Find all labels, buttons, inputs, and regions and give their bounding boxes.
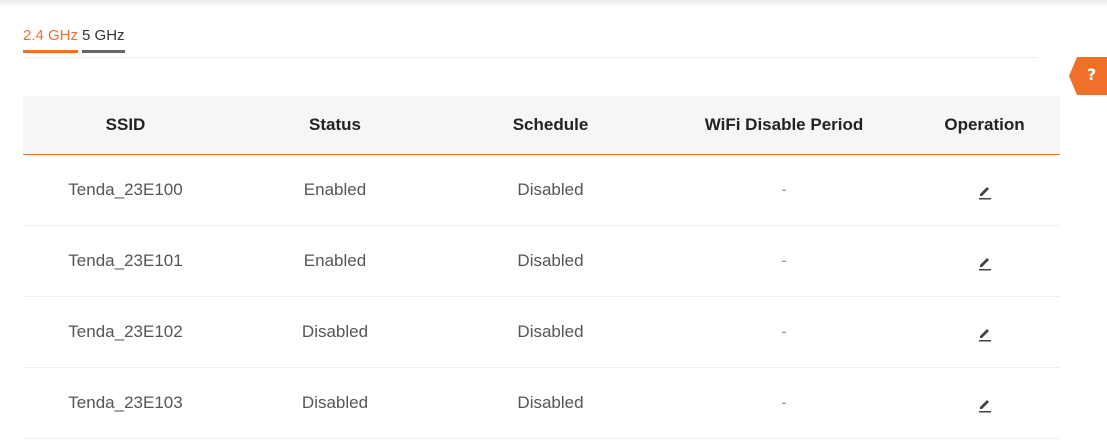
tabs-divider [23,57,1037,58]
question-mark-icon: ? [1087,65,1097,84]
cell-operation [909,154,1060,226]
top-border [0,0,1107,8]
cell-status: Enabled [228,154,442,226]
cell-disable-period: - [659,296,909,368]
edit-icon[interactable] [976,182,994,200]
table-header-row: SSID Status Schedule WiFi Disable Period… [23,96,1060,155]
table-row: Tenda_23E103 Disabled Disabled - [23,367,1060,439]
cell-ssid: Tenda_23E100 [23,154,228,226]
wifi-schedule-page: 2.4 GHz 5 GHz ? SSID Status Schedule WiF… [0,0,1107,443]
cell-schedule: Disabled [442,367,659,439]
table-row: Tenda_23E102 Disabled Disabled - [23,296,1060,368]
cell-schedule: Disabled [442,225,659,297]
help-button[interactable]: ? [1069,57,1107,95]
cell-disable-period: - [659,225,909,297]
cell-status: Disabled [228,367,442,439]
header-ssid: SSID [23,96,228,155]
cell-schedule: Disabled [442,296,659,368]
edit-icon[interactable] [976,253,994,271]
band-tabs: 2.4 GHz 5 GHz [23,26,125,53]
ssid-table: SSID Status Schedule WiFi Disable Period… [23,96,1060,439]
tab-2-4ghz[interactable]: 2.4 GHz [23,26,79,53]
cell-status: Disabled [228,296,442,368]
header-operation: Operation [909,96,1060,155]
tab-5ghz[interactable]: 5 GHz [82,26,125,53]
cell-operation [909,225,1060,297]
cell-operation [909,367,1060,439]
cell-schedule: Disabled [442,154,659,226]
edit-icon[interactable] [976,395,994,413]
cell-ssid: Tenda_23E103 [23,367,228,439]
table-row: Tenda_23E100 Enabled Disabled - [23,154,1060,226]
cell-operation [909,296,1060,368]
table-row: Tenda_23E101 Enabled Disabled - [23,225,1060,297]
header-schedule: Schedule [442,96,659,155]
header-status: Status [228,96,442,155]
cell-ssid: Tenda_23E101 [23,225,228,297]
cell-disable-period: - [659,367,909,439]
cell-disable-period: - [659,154,909,226]
cell-ssid: Tenda_23E102 [23,296,228,368]
cell-status: Enabled [228,225,442,297]
header-disable-period: WiFi Disable Period [659,96,909,155]
edit-icon[interactable] [976,324,994,342]
